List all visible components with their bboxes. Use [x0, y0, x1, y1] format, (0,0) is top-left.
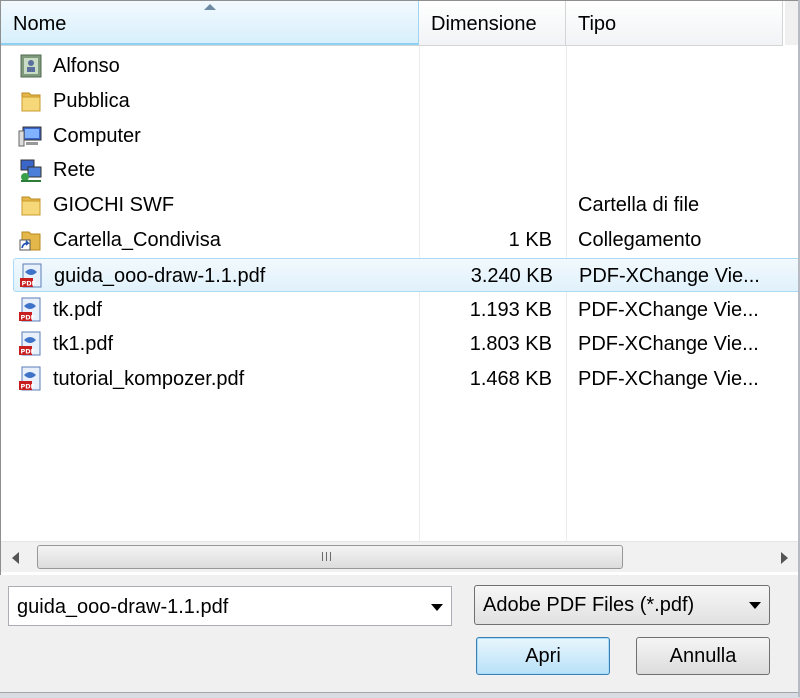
file-type: PDF-XChange Vie... [578, 333, 759, 356]
sort-ascending-icon [204, 4, 216, 10]
file-size [419, 84, 552, 118]
user-folder-icon [18, 53, 44, 79]
file-type [578, 153, 778, 187]
pdf-icon: PDF [18, 366, 44, 392]
file-row[interactable]: PDF tk.pdf 1.193 KB PDF-XChange Vie... [1, 293, 799, 327]
header-corner [785, 1, 799, 45]
arrow-right-icon [781, 552, 788, 564]
window-bottom-border [0, 692, 800, 698]
file-list-pane: Nome Dimensione Tipo Alfonso Pubblica Comp… [0, 0, 800, 575]
column-header-size[interactable]: Dimensione [419, 1, 566, 45]
cancel-button[interactable]: Annulla [636, 637, 770, 675]
file-row[interactable]: Pubblica [1, 84, 799, 118]
scroll-left-button[interactable] [3, 542, 31, 572]
file-type-filter[interactable]: Adobe PDF Files (*.pdf) [474, 585, 770, 625]
shortcut-icon [18, 227, 44, 253]
file-type: PDF-XChange Vie... [578, 298, 759, 321]
pdf-icon: PDF [18, 331, 44, 357]
scroll-right-button[interactable] [769, 542, 797, 572]
grip-icon [322, 552, 334, 561]
file-row[interactable]: GIOCHI SWF Cartella di file [1, 188, 799, 222]
svg-text:PDF: PDF [22, 279, 37, 287]
file-type-filter-label: Adobe PDF Files (*.pdf) [483, 594, 695, 616]
file-name: Pubblica [53, 89, 130, 112]
file-row[interactable]: Computer [1, 119, 799, 153]
file-name: Computer [53, 124, 141, 147]
file-row[interactable]: Alfonso [1, 49, 799, 83]
file-name: Cartella_Condivisa [53, 229, 221, 251]
chevron-down-icon[interactable] [431, 604, 443, 611]
file-type [578, 84, 778, 118]
file-size [419, 119, 552, 153]
file-row[interactable]: PDF tutorial_kompozer.pdf 1.468 KB PDF-XCha… [1, 362, 799, 396]
file-row[interactable]: PDF guida_ooo-draw-1.1.pdf 3.240 KB PDF-XCh… [13, 257, 800, 292]
file-name: GIOCHI SWF [53, 194, 175, 217]
file-name: guida_ooo-draw-1.1.pdf [54, 264, 266, 287]
file-row[interactable]: Rete [1, 153, 799, 187]
file-row[interactable]: Cartella_Condivisa 1 KB Collegamento [1, 223, 799, 257]
column-header-size-label: Dimensione [431, 13, 537, 35]
file-row[interactable]: PDF tk1.pdf 1.803 KB PDF-XChange Vie... [1, 327, 799, 361]
column-header-bar: Nome Dimensione Tipo [1, 1, 783, 46]
file-size: 1.193 KB [469, 298, 552, 321]
file-type: Collegamento [578, 229, 702, 251]
file-name: Alfonso [53, 55, 120, 77]
pdf-icon: PDF [18, 297, 44, 323]
pdf-icon: PDF [19, 263, 45, 289]
arrow-left-icon [12, 552, 19, 564]
open-button[interactable]: Apri [476, 637, 610, 675]
file-size: 1.468 KB [469, 368, 552, 391]
filename-input[interactable]: guida_ooo-draw-1.1.pdf [17, 587, 228, 627]
file-name: Rete [53, 159, 96, 182]
file-name: tk1.pdf [53, 333, 114, 356]
file-size [419, 49, 552, 83]
file-size [419, 153, 552, 187]
column-header-name-label: Nome [13, 13, 67, 35]
folder-icon [18, 192, 44, 218]
svg-text:PDF: PDF [21, 313, 36, 321]
svg-text:PDF: PDF [21, 348, 36, 356]
file-size: 1.803 KB [469, 333, 552, 356]
file-name: tutorial_kompozer.pdf [53, 368, 245, 391]
file-name: tk.pdf [53, 298, 102, 321]
column-header-type[interactable]: Tipo [566, 1, 783, 45]
svg-text:PDF: PDF [21, 383, 36, 391]
file-type [578, 119, 778, 153]
scrollbar-thumb[interactable] [37, 545, 623, 569]
file-size: 3.240 KB [470, 264, 553, 287]
file-type: Cartella di file [578, 194, 700, 217]
file-type: PDF-XChange Vie... [578, 368, 759, 391]
folder-icon [18, 88, 44, 114]
chevron-down-icon [749, 602, 761, 609]
file-size: 1 KB [508, 229, 552, 251]
computer-icon [18, 123, 44, 149]
file-type [578, 49, 778, 83]
file-size [419, 188, 552, 222]
file-type: PDF-XChange Vie... [579, 264, 760, 287]
network-icon [18, 157, 44, 183]
filename-combobox[interactable]: guida_ooo-draw-1.1.pdf [8, 586, 452, 626]
horizontal-scrollbar[interactable] [1, 541, 799, 572]
column-header-type-label: Tipo [578, 13, 617, 35]
